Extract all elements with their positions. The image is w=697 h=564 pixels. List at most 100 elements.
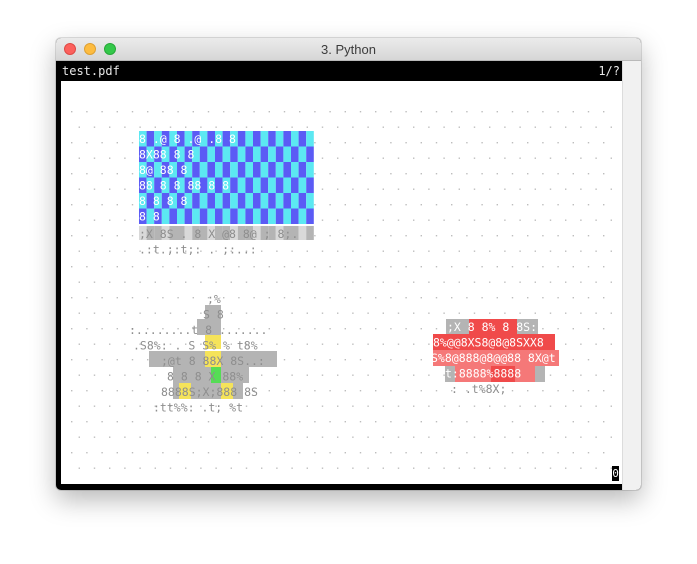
dot-pattern bbox=[367, 188, 369, 190]
dot-pattern bbox=[124, 467, 126, 469]
dot-pattern bbox=[192, 421, 194, 423]
dot-pattern bbox=[344, 235, 346, 237]
dot-pattern bbox=[177, 452, 179, 454]
dot-pattern bbox=[367, 467, 369, 469]
dot-pattern bbox=[557, 390, 559, 392]
dot-pattern bbox=[78, 281, 80, 283]
blue-art-cell bbox=[237, 131, 246, 147]
dot-pattern bbox=[291, 436, 293, 438]
dot-pattern bbox=[359, 359, 362, 361]
dot-pattern bbox=[382, 188, 384, 190]
dot-pattern bbox=[86, 390, 88, 392]
scrollbar[interactable] bbox=[622, 61, 641, 490]
dot-pattern bbox=[124, 374, 126, 376]
dot-pattern bbox=[86, 111, 88, 113]
dot-pattern bbox=[101, 297, 103, 299]
dot-pattern bbox=[93, 219, 96, 221]
blue-art-cell bbox=[207, 146, 215, 162]
dot-pattern bbox=[481, 297, 483, 299]
dot-pattern bbox=[101, 142, 103, 144]
dot-pattern bbox=[557, 204, 559, 206]
dot-pattern bbox=[200, 436, 202, 438]
dot-pattern bbox=[405, 142, 407, 144]
dot-pattern bbox=[557, 328, 559, 330]
dot-pattern bbox=[603, 421, 605, 423]
dot-pattern bbox=[116, 359, 118, 361]
dot-pattern bbox=[154, 374, 156, 376]
dot-pattern bbox=[481, 235, 483, 237]
dot-pattern bbox=[230, 436, 232, 438]
dot-pattern bbox=[435, 452, 438, 454]
blue-art-cell bbox=[260, 146, 269, 162]
blue-art-cell bbox=[215, 193, 223, 209]
dot-pattern bbox=[481, 173, 483, 175]
blue-art-cell bbox=[230, 146, 238, 162]
blue-art-cell bbox=[237, 208, 246, 224]
dot-pattern bbox=[572, 359, 574, 361]
star-art-row: .S8%: . S S% % t8% bbox=[133, 339, 258, 353]
dot-pattern bbox=[557, 297, 559, 299]
dot-pattern bbox=[299, 297, 301, 299]
dot-pattern bbox=[511, 204, 514, 206]
title-bar[interactable]: 3. Python bbox=[56, 38, 641, 61]
blue-art-cell bbox=[245, 208, 253, 224]
dot-pattern bbox=[116, 173, 118, 175]
dot-pattern bbox=[337, 374, 339, 376]
dot-pattern bbox=[473, 219, 476, 221]
blue-art-cell bbox=[199, 208, 208, 224]
dot-pattern bbox=[413, 188, 415, 190]
dot-pattern bbox=[352, 281, 354, 283]
dot-pattern bbox=[435, 266, 438, 268]
dot-pattern bbox=[321, 312, 324, 314]
dot-pattern bbox=[329, 235, 331, 237]
dot-pattern bbox=[549, 312, 552, 314]
dot-pattern bbox=[451, 235, 453, 237]
dot-pattern bbox=[549, 374, 552, 376]
dot-pattern bbox=[329, 359, 331, 361]
dot-pattern bbox=[519, 188, 521, 190]
dot-pattern bbox=[131, 266, 134, 268]
dot-pattern bbox=[405, 266, 407, 268]
dot-pattern bbox=[527, 142, 529, 144]
dot-pattern bbox=[375, 111, 377, 113]
dot-pattern bbox=[276, 405, 278, 407]
dot-pattern bbox=[451, 111, 453, 113]
dot-pattern bbox=[473, 188, 476, 190]
dot-pattern bbox=[314, 452, 316, 454]
blue-art-cell bbox=[253, 208, 261, 224]
dot-pattern bbox=[116, 421, 118, 423]
dot-pattern bbox=[557, 452, 559, 454]
blue-art-cell bbox=[275, 177, 284, 193]
dot-pattern bbox=[413, 374, 415, 376]
dot-pattern bbox=[359, 390, 362, 392]
dot-pattern bbox=[116, 328, 118, 330]
dot-pattern bbox=[245, 126, 248, 128]
blue-art-cell bbox=[253, 162, 261, 178]
dot-pattern bbox=[580, 374, 582, 376]
blue-art-cell bbox=[260, 208, 269, 224]
dot-pattern bbox=[413, 281, 415, 283]
dot-pattern bbox=[420, 266, 422, 268]
dot-pattern bbox=[86, 452, 88, 454]
dot-pattern bbox=[428, 126, 430, 128]
dot-pattern bbox=[299, 421, 301, 423]
blue-art-cell bbox=[306, 146, 314, 162]
dot-pattern bbox=[603, 328, 605, 330]
dot-pattern bbox=[207, 111, 210, 113]
blue-art-cell bbox=[192, 193, 200, 209]
dot-pattern bbox=[306, 126, 308, 128]
dot-pattern bbox=[420, 297, 422, 299]
dot-pattern bbox=[71, 266, 73, 268]
dot-pattern bbox=[283, 297, 286, 299]
blue-art-cell bbox=[245, 146, 253, 162]
dot-pattern bbox=[337, 405, 339, 407]
dot-pattern bbox=[337, 126, 339, 128]
dot-pattern bbox=[549, 157, 552, 159]
dot-pattern bbox=[306, 312, 308, 314]
dot-pattern bbox=[534, 281, 536, 283]
dot-pattern bbox=[337, 219, 339, 221]
dot-pattern bbox=[261, 281, 263, 283]
dot-pattern bbox=[169, 312, 172, 314]
dot-pattern bbox=[443, 467, 445, 469]
dot-pattern bbox=[435, 328, 438, 330]
